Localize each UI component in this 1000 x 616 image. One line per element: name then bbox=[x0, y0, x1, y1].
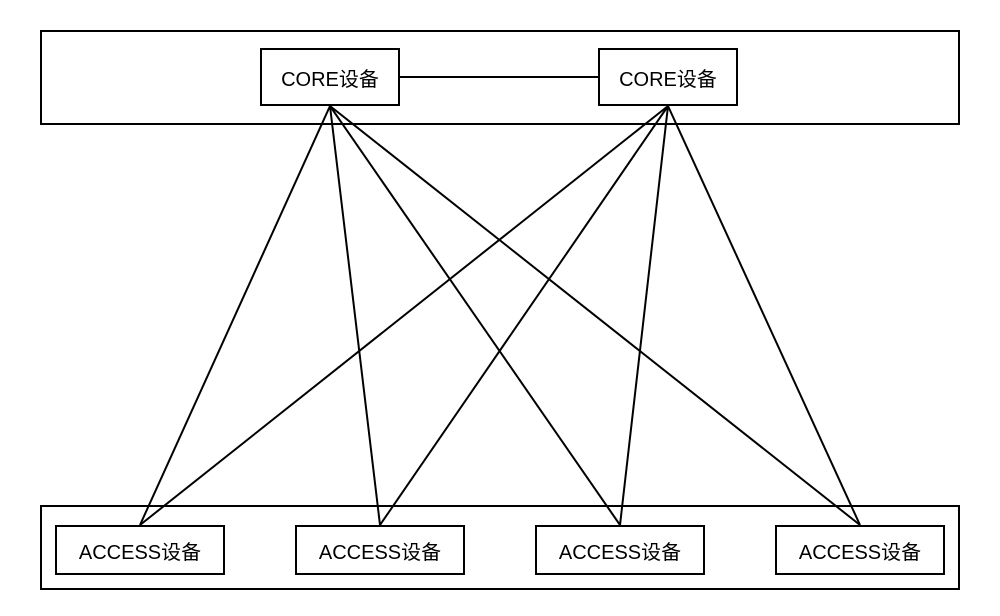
access-device-label: ACCESS设备 bbox=[799, 536, 921, 565]
access-device-label: ACCESS设备 bbox=[559, 536, 681, 565]
core-device-label: CORE设备 bbox=[281, 63, 379, 92]
core-device-1: CORE设备 bbox=[598, 48, 738, 106]
access-device-2: ACCESS设备 bbox=[535, 525, 705, 575]
access-device-0: ACCESS设备 bbox=[55, 525, 225, 575]
access-device-label: ACCESS设备 bbox=[79, 536, 201, 565]
access-device-3: ACCESS设备 bbox=[775, 525, 945, 575]
access-device-label: ACCESS设备 bbox=[319, 536, 441, 565]
connection-lines bbox=[0, 0, 1000, 616]
access-device-1: ACCESS设备 bbox=[295, 525, 465, 575]
core-device-label: CORE设备 bbox=[619, 63, 717, 92]
core-device-0: CORE设备 bbox=[260, 48, 400, 106]
